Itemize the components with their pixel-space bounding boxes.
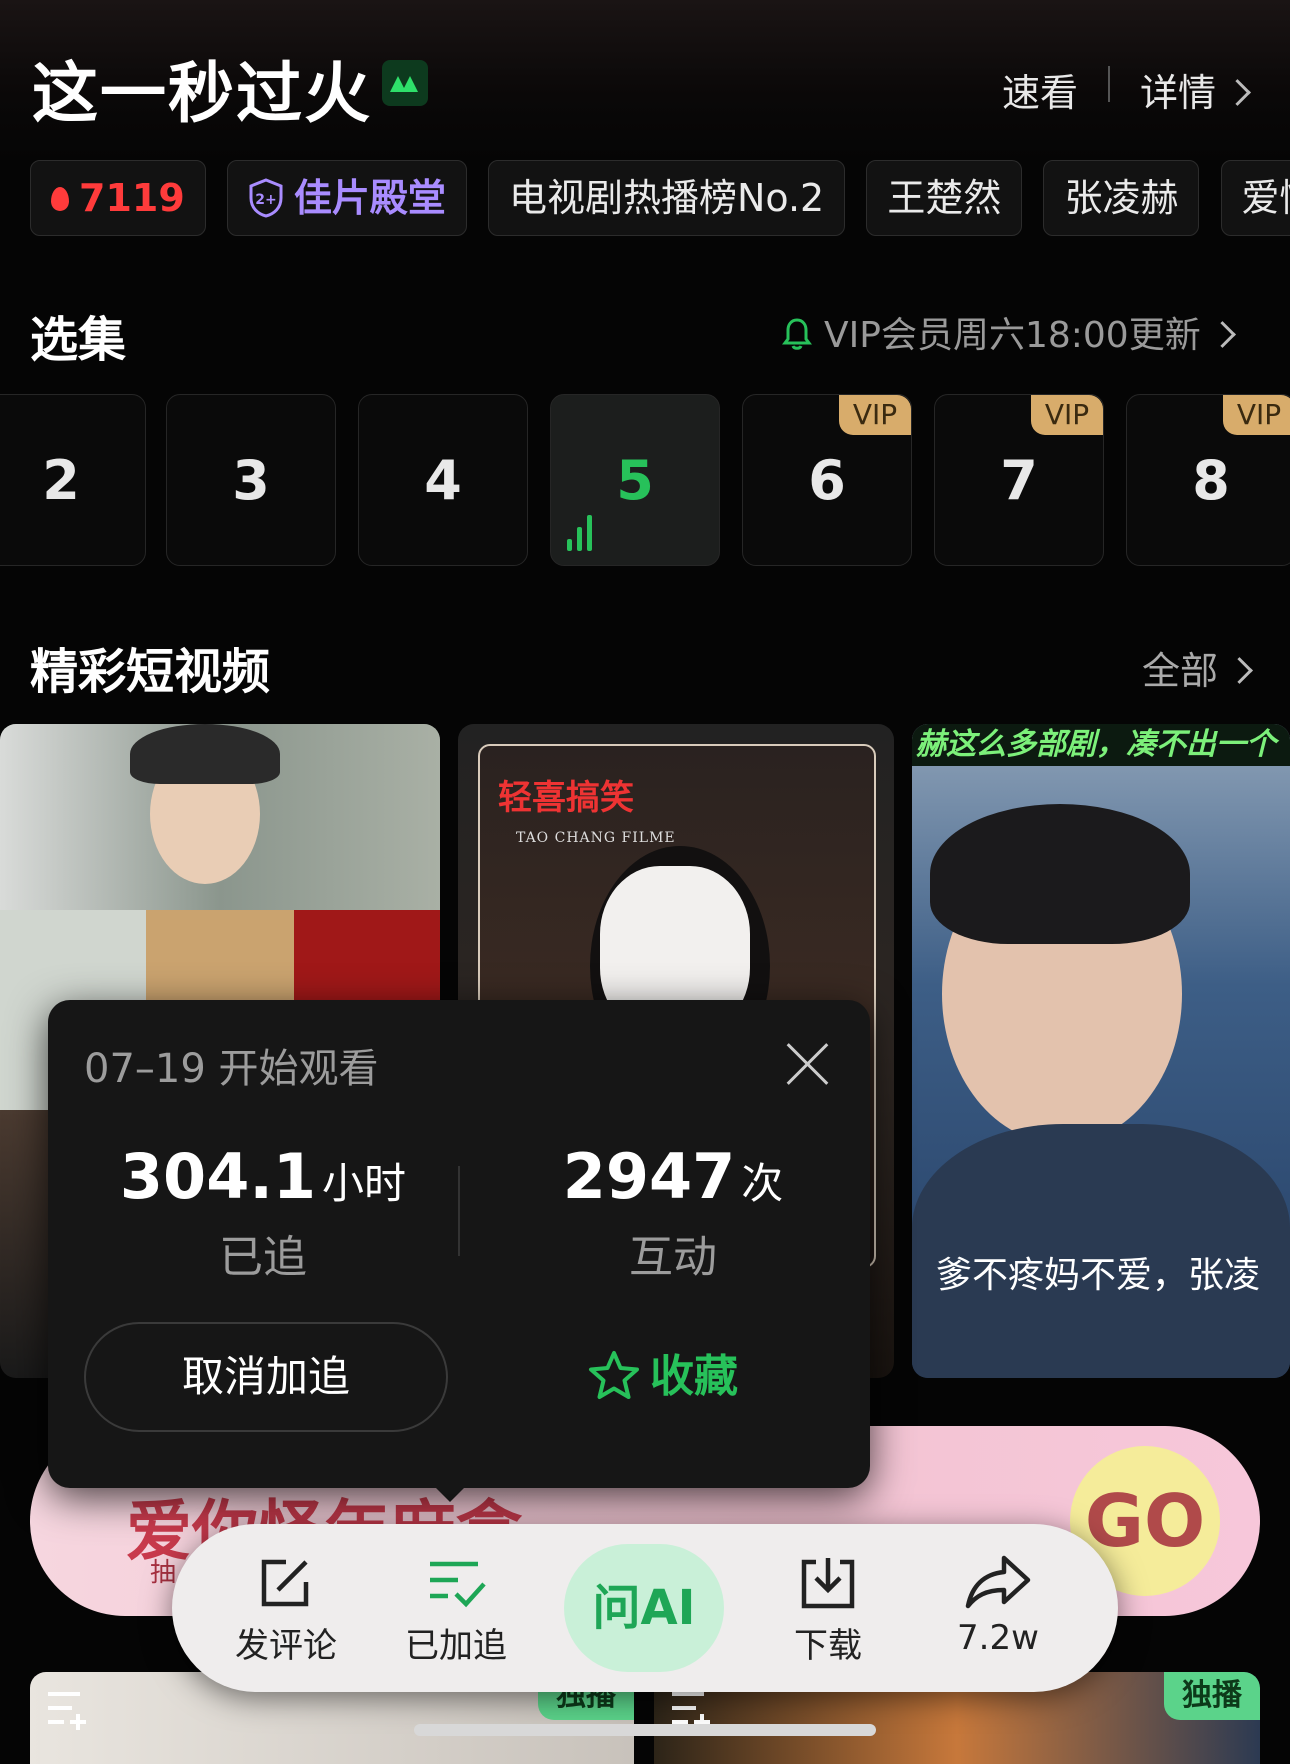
episode-number: 8	[1192, 449, 1230, 512]
episode-button[interactable]: 8 VIP	[1126, 394, 1290, 566]
interaction-stat: 2947 次 互动	[478, 1140, 868, 1285]
video-thumbnail	[0, 724, 440, 910]
share-count: 7.2w	[957, 1618, 1039, 1658]
bell-icon	[782, 318, 812, 350]
update-notice-label: VIP会员周六18:00更新	[824, 315, 1201, 356]
svg-text:2+: 2+	[255, 192, 276, 208]
shield-icon: 2+	[249, 177, 283, 218]
stat-divider	[458, 1166, 460, 1256]
episode-button[interactable]: 6 VIP	[742, 394, 912, 566]
episode-button-current[interactable]: 5	[550, 394, 720, 566]
chevron-right-icon	[1208, 320, 1236, 348]
watch-time-unit: 小时	[322, 1159, 407, 1208]
exclusive-badge: 独播	[1164, 1672, 1260, 1720]
flame-icon	[51, 186, 69, 211]
favorite-label: 收藏	[650, 1351, 738, 1402]
tag-label: 电视剧热播榜No.2	[508, 176, 825, 220]
download-label: 下载	[794, 1626, 862, 1666]
followed-label: 已加追	[405, 1626, 507, 1666]
video-banner-text: 赫这么多部剧，凑不出一个	[912, 724, 1290, 766]
episode-number: 4	[424, 449, 462, 512]
ask-ai-button[interactable]: 问AI	[564, 1544, 724, 1672]
vip-badge: VIP	[839, 395, 911, 435]
episodes-title: 选集	[30, 312, 127, 368]
shorts-all-link[interactable]: 全部	[1142, 640, 1253, 695]
watch-time-label: 已追	[219, 1232, 307, 1283]
episode-button[interactable]: 4	[358, 394, 528, 566]
popup-pointer	[430, 1482, 470, 1502]
show-title: 这一秒过火	[32, 55, 372, 132]
detail-label: 详情	[1140, 71, 1217, 115]
edit-icon	[261, 1559, 309, 1607]
list-check-icon	[430, 1561, 486, 1608]
tag-label: 张凌赫	[1064, 176, 1179, 220]
vip-badge: VIP	[1223, 395, 1290, 435]
tag-actor[interactable]: 张凌赫	[1043, 160, 1200, 236]
start-date-text: 07–19 开始观看	[84, 1046, 379, 1092]
playing-bars-icon	[567, 515, 597, 551]
episode-number: 7	[1000, 449, 1038, 512]
favorite-button[interactable]: 收藏	[588, 1322, 738, 1432]
shorts-all-label: 全部	[1142, 649, 1219, 693]
interaction-unit: 次	[741, 1159, 784, 1208]
comment-label: 发评论	[235, 1626, 337, 1666]
episode-button[interactable]: 2	[0, 394, 146, 566]
download-button[interactable]: 下载	[758, 1554, 898, 1667]
share-icon	[965, 1555, 1031, 1609]
watch-time-value-row: 304.1 小时	[68, 1140, 458, 1213]
cancel-follow-button[interactable]: 取消加追	[84, 1322, 448, 1432]
interaction-value: 2947	[562, 1140, 736, 1213]
video-caption: 爹不疼妈不爱，张凌	[936, 1255, 1261, 1296]
tag-label: 爱情	[1241, 176, 1290, 220]
interaction-value-row: 2947 次	[478, 1140, 868, 1213]
star-icon	[589, 1351, 639, 1399]
tag-label: 王楚然	[887, 176, 1002, 220]
episode-number: 3	[232, 449, 270, 512]
platform-badge-icon	[382, 60, 428, 106]
episode-number: 6	[808, 449, 846, 512]
share-button[interactable]: 7.2w	[928, 1554, 1068, 1658]
bottom-action-bar: 发评论 已加追 问AI 下载 7.2w	[172, 1524, 1118, 1692]
watch-time-stat: 304.1 小时 已追	[68, 1140, 458, 1285]
episode-button[interactable]: 7 VIP	[934, 394, 1104, 566]
episode-button[interactable]: 3	[166, 394, 336, 566]
tag-label: 7119	[79, 176, 185, 220]
update-notice[interactable]: VIP会员周六18:00更新	[782, 306, 1236, 358]
header-divider	[1108, 66, 1110, 102]
download-icon	[801, 1558, 855, 1609]
episode-number: 2	[42, 449, 80, 512]
poster-title: 轻喜搞笑	[498, 778, 634, 818]
tag-label: 佳片殿堂	[293, 176, 446, 220]
detail-link[interactable]: 详情	[1140, 62, 1251, 117]
chevron-right-icon	[1226, 657, 1253, 684]
episode-number: 5	[616, 449, 654, 512]
tag-heat[interactable]: 7119	[30, 160, 206, 236]
chevron-right-icon	[1224, 79, 1251, 106]
tag-hall-of-fame[interactable]: 2+ 佳片殿堂	[226, 160, 467, 236]
watch-time-value: 304.1	[119, 1140, 317, 1213]
close-icon[interactable]	[786, 1042, 830, 1086]
tag-row: 7119 2+ 佳片殿堂 电视剧热播榜No.2 王楚然 张凌赫 爱情	[30, 160, 1290, 238]
add-to-list-icon	[48, 1692, 86, 1730]
tag-ranking[interactable]: 电视剧热播榜No.2	[487, 160, 846, 236]
poster-subtitle: TAO CHANG FILME	[516, 830, 676, 846]
quick-view-link[interactable]: 速看	[1002, 62, 1078, 117]
followed-button[interactable]: 已加追	[386, 1554, 526, 1667]
watch-stats-popup: 07–19 开始观看 304.1 小时 已追 2947 次 互动 取消加追 收藏	[48, 1000, 870, 1488]
short-video-card[interactable]: 赫这么多部剧，凑不出一个 爹不疼妈不爱，张凌	[912, 724, 1290, 1378]
shorts-title: 精彩短视频	[30, 644, 271, 700]
interaction-label: 互动	[629, 1232, 717, 1283]
home-indicator	[414, 1724, 876, 1736]
vip-badge: VIP	[1031, 395, 1103, 435]
tag-actor[interactable]: 王楚然	[866, 160, 1023, 236]
tag-genre[interactable]: 爱情	[1220, 160, 1290, 236]
episode-list: 2 3 4 5 6 VIP 7 VIP 8 VIP	[0, 394, 1290, 568]
comment-button[interactable]: 发评论	[216, 1554, 356, 1667]
banner-subtitle: 抽	[150, 1558, 177, 1588]
